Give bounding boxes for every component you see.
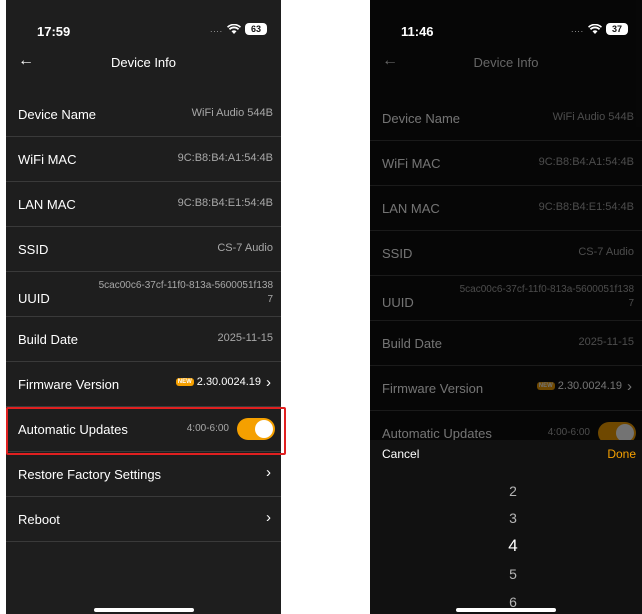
row-label: WiFi MAC (382, 156, 441, 171)
uuid-line-1: 5cac00c6-37cf-11f0-813a-5600051f138 (98, 280, 273, 291)
home-indicator (456, 608, 556, 612)
row-label: LAN MAC (382, 201, 440, 216)
nav-bar: ← Device Info (370, 48, 642, 82)
signal-icon: .... (210, 24, 223, 34)
battery-icon: 37 (606, 23, 628, 35)
done-button[interactable]: Done (607, 447, 636, 461)
home-indicator (93, 608, 194, 612)
row-firmware-version[interactable]: Firmware Version NEW 2.30.0024.19 › (6, 362, 281, 407)
row-firmware-version[interactable]: Firmware Version NEW 2.30.0024.19 › (370, 366, 642, 411)
row-uuid: UUID 5cac00c6-37cf-11f0-813a-5600051f138… (370, 276, 642, 321)
row-ssid: SSID CS-7 Audio (6, 227, 281, 272)
row-label: Firmware Version (18, 377, 120, 392)
row-value: WiFi Audio 544B (191, 107, 273, 119)
row-value: 9C:B8:B4:A1:54:4B (538, 156, 634, 168)
row-value: 9C:B8:B4:E1:54:4B (538, 201, 634, 213)
signal-icon: .... (571, 24, 584, 34)
device-info-screen-right: 11:46 .... 37 ← Device Info Device Name … (370, 0, 642, 614)
auto-update-toggle[interactable] (237, 418, 275, 440)
battery-icon: 63 (245, 23, 267, 35)
row-value: CS-7 Audio (578, 246, 634, 258)
info-list: Device Name WiFi Audio 544B WiFi MAC 9C:… (370, 96, 642, 456)
row-value: CS-7 Audio (217, 242, 273, 254)
time-picker-sheet: Cancel Done 2 3 4 5 6 (370, 440, 642, 614)
status-time: 17:59 (37, 24, 71, 39)
status-time: 11:46 (401, 24, 434, 39)
firmware-version-number: 2.30.0024.19 (557, 380, 622, 392)
row-value: 9C:B8:B4:A1:54:4B (177, 152, 273, 164)
row-value: 9C:B8:B4:E1:54:4B (177, 197, 273, 209)
row-device-name: Device Name WiFi Audio 544B (370, 96, 642, 141)
row-label: SSID (382, 246, 413, 261)
row-wifi-mac: WiFi MAC 9C:B8:B4:A1:54:4B (6, 137, 281, 182)
row-label: WiFi MAC (18, 152, 77, 167)
row-wifi-mac: WiFi MAC 9C:B8:B4:A1:54:4B (370, 141, 642, 186)
row-uuid: UUID 5cac00c6-37cf-11f0-813a-5600051f138… (6, 272, 281, 317)
chevron-right-icon: › (266, 509, 271, 526)
page-title: Device Info (473, 55, 539, 70)
row-value: 2025-11-15 (578, 336, 634, 348)
page-title: Device Info (110, 55, 177, 70)
row-ssid: SSID CS-7 Audio (370, 231, 642, 276)
update-time-range[interactable]: 4:00-6:00 (187, 423, 229, 434)
row-label: Build Date (18, 332, 78, 347)
device-info-screen-left: 17:59 .... 63 ← Device Info Device Name … (6, 0, 281, 614)
uuid-line-2: 7 (628, 298, 634, 309)
row-label: Automatic Updates (382, 426, 492, 441)
row-build-date: Build Date 2025-11-15 (370, 321, 642, 366)
status-bar: 17:59 .... 63 (6, 0, 281, 40)
wifi-icon (588, 23, 602, 34)
row-label: Device Name (18, 107, 97, 122)
status-bar: 11:46 .... 37 (370, 0, 642, 40)
chevron-right-icon: › (266, 374, 271, 391)
row-label: Build Date (382, 336, 442, 351)
row-reboot[interactable]: Reboot › (6, 497, 281, 542)
toggle-knob (255, 420, 273, 438)
row-restore-factory[interactable]: Restore Factory Settings › (6, 452, 281, 497)
row-label: UUID (18, 291, 50, 306)
row-value: WiFi Audio 544B (552, 111, 634, 123)
row-label: Device Name (382, 111, 461, 126)
row-build-date: Build Date 2025-11-15 (6, 317, 281, 362)
cancel-button[interactable]: Cancel (382, 447, 419, 461)
row-label: SSID (18, 242, 49, 257)
picker-option[interactable]: 3 (370, 510, 642, 526)
row-label: Automatic Updates (18, 422, 128, 437)
row-value: 5cac00c6-37cf-11f0-813a-5600051f138 7 (424, 283, 634, 311)
new-badge: NEW (175, 378, 194, 386)
chevron-right-icon: › (627, 378, 632, 395)
info-list: Device Name WiFi Audio 544B WiFi MAC 9C:… (6, 92, 281, 542)
uuid-line-1: 5cac00c6-37cf-11f0-813a-5600051f138 (459, 284, 634, 295)
uuid-line-2: 7 (267, 294, 273, 305)
wifi-icon (227, 23, 241, 34)
picker-option[interactable]: 5 (370, 566, 642, 582)
row-label: Reboot (18, 512, 60, 527)
update-time-range[interactable]: 4:00-6:00 (548, 427, 590, 438)
row-label: LAN MAC (18, 197, 76, 212)
row-value: 5cac00c6-37cf-11f0-813a-5600051f138 7 (63, 279, 273, 307)
nav-bar: ← Device Info (6, 48, 281, 82)
row-automatic-updates: Automatic Updates 4:00-6:00 (6, 407, 281, 452)
row-label: Firmware Version (382, 381, 484, 396)
picker-option[interactable]: 2 (370, 483, 642, 499)
row-device-name: Device Name WiFi Audio 544B (6, 92, 281, 137)
row-label: Restore Factory Settings (18, 467, 162, 482)
row-lan-mac: LAN MAC 9C:B8:B4:E1:54:4B (370, 186, 642, 231)
row-value: 2025-11-15 (217, 332, 273, 344)
firmware-value: NEW 2.30.0024.19 (536, 380, 622, 392)
row-label: UUID (382, 295, 414, 310)
picker-option-selected[interactable]: 4 (370, 536, 642, 556)
firmware-value: NEW 2.30.0024.19 (175, 376, 261, 388)
new-badge: NEW (536, 382, 555, 390)
row-lan-mac: LAN MAC 9C:B8:B4:E1:54:4B (6, 182, 281, 227)
firmware-version-number: 2.30.0024.19 (196, 376, 261, 388)
chevron-right-icon: › (266, 464, 271, 481)
